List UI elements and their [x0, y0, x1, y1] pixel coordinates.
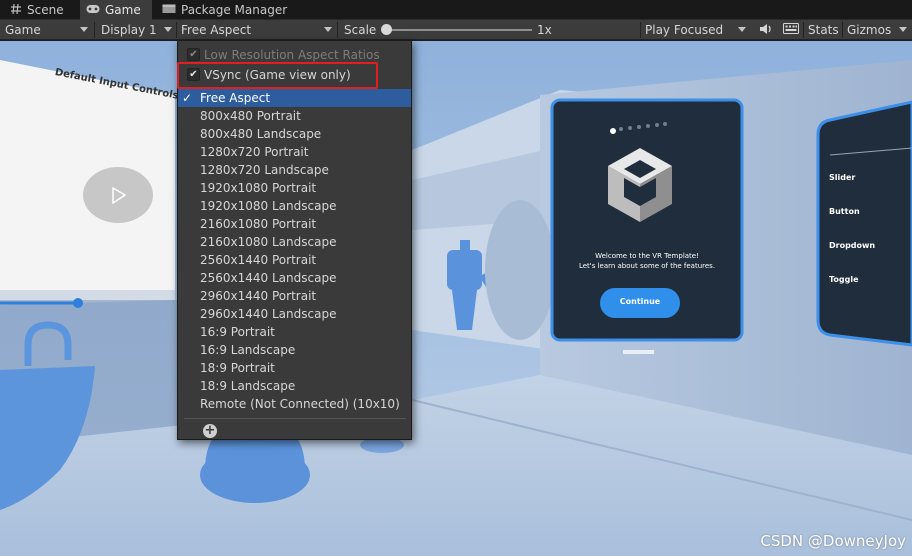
plus-icon[interactable]: +	[203, 424, 217, 438]
menu-item-slider[interactable]: Slider	[829, 173, 855, 182]
aspect-option-label: 1280x720 Portrait	[200, 145, 309, 159]
aspect-option-label: 1920x1080 Portrait	[200, 181, 317, 195]
checkmark-icon: ✓	[182, 91, 193, 105]
menu-item-toggle[interactable]: Toggle	[829, 275, 859, 284]
aspect-option-label: 1280x720 Landscape	[200, 163, 329, 177]
speaker-icon	[759, 23, 773, 38]
aspect-option[interactable]: 16:9 Landscape	[178, 341, 411, 359]
aspect-option[interactable]: 18:9 Landscape	[178, 377, 411, 395]
window-tab-bar: Scene Game Package Manager	[0, 0, 912, 20]
aspect-option-label: 800x480 Portrait	[200, 109, 301, 123]
aspect-option[interactable]: 2160x1080 Portrait	[178, 215, 411, 233]
aspect-option-label: 18:9 Landscape	[200, 379, 296, 393]
toolbar-divider	[94, 22, 95, 38]
aspect-option-label: 2160x1080 Landscape	[200, 235, 337, 249]
round-portal	[485, 200, 555, 340]
display-label: Display 1	[101, 23, 157, 37]
gizmos-dropdown[interactable]: Gizmos	[842, 20, 912, 40]
chevron-down-icon	[164, 27, 172, 32]
robot-body	[447, 250, 482, 290]
annotation-highlight-box	[177, 62, 378, 89]
play-button-circle	[83, 167, 153, 223]
aspect-option-label: 18:9 Portrait	[200, 361, 275, 375]
play-mode-dropdown[interactable]: Play Focused	[640, 20, 750, 40]
menu-item-button[interactable]: Button	[829, 207, 860, 216]
aspect-option-label: 2960x1440 Portrait	[200, 289, 317, 303]
aspect-option-label: 2560x1440 Portrait	[200, 253, 317, 267]
aspect-option-label: 2160x1080 Portrait	[200, 217, 317, 231]
menu-panel	[816, 100, 912, 347]
welcome-line-1: Welcome to the VR Template!	[595, 252, 699, 260]
display-dropdown[interactable]: Display 1	[96, 20, 176, 40]
hash-icon	[10, 3, 22, 18]
scene-render	[0, 41, 912, 556]
aspect-option[interactable]: 1920x1080 Landscape	[178, 197, 411, 215]
game-view[interactable]: Default Input Controls Welcome to the VR…	[0, 41, 912, 556]
play-mode-label: Play Focused	[645, 23, 724, 37]
aspect-option[interactable]: 1280x720 Landscape	[178, 161, 411, 179]
aspect-option[interactable]: ✓ Free Aspect	[178, 89, 411, 107]
watermark: CSDN @DowneyJoy	[760, 532, 906, 550]
view-mode-dropdown[interactable]: Game	[0, 20, 92, 40]
tab-scene[interactable]: Scene	[4, 0, 70, 20]
aspect-option-label: 16:9 Landscape	[200, 343, 296, 357]
toolbar-divider	[337, 22, 338, 38]
aspect-option-label: Remote (Not Connected) (10x10)	[200, 397, 400, 411]
aspect-option[interactable]: 2560x1440 Landscape	[178, 269, 411, 287]
dome-base	[200, 447, 310, 503]
aspect-option[interactable]: 1920x1080 Portrait	[178, 179, 411, 197]
chevron-down-icon	[899, 27, 907, 32]
aspect-option-label: 2560x1440 Landscape	[200, 271, 337, 285]
chevron-down-icon	[80, 27, 88, 32]
aspect-option-label: 16:9 Portrait	[200, 325, 275, 339]
aspect-option[interactable]: 1280x720 Portrait	[178, 143, 411, 161]
scale-value: 1x	[537, 23, 552, 37]
chevron-down-icon	[324, 27, 332, 32]
tab-scene-label: Scene	[27, 3, 64, 17]
aspect-option[interactable]: 2960x1440 Portrait	[178, 287, 411, 305]
view-mode-label: Game	[5, 23, 41, 37]
aspect-option[interactable]: 2560x1440 Portrait	[178, 251, 411, 269]
menu-item-dropdown[interactable]: Dropdown	[829, 241, 875, 250]
aspect-option[interactable]: 800x480 Landscape	[178, 125, 411, 143]
aspect-option[interactable]: 2960x1440 Landscape	[178, 305, 411, 323]
tab-game[interactable]: Game	[80, 0, 152, 20]
aspect-option-label: 2960x1440 Landscape	[200, 307, 337, 321]
checkmark-icon: ✔	[187, 48, 200, 61]
keyboard-icon	[783, 23, 799, 37]
continue-button[interactable]: Continue	[600, 297, 680, 306]
menu-divider	[184, 418, 406, 419]
aspect-option[interactable]: 18:9 Portrait	[178, 359, 411, 377]
gizmos-label: Gizmos	[847, 23, 892, 37]
mute-audio-button[interactable]	[754, 20, 776, 40]
welcome-line-2: Let's learn about some of the features.	[578, 262, 716, 270]
aspect-label: Free Aspect	[181, 23, 252, 37]
aspect-option-label: 800x480 Landscape	[200, 127, 322, 141]
stats-label: Stats	[808, 23, 839, 37]
robot-neck	[460, 240, 470, 252]
scale-slider-handle[interactable]	[381, 24, 392, 35]
toggle-keyboard-button[interactable]	[778, 20, 802, 40]
aspect-option[interactable]: 2160x1080 Landscape	[178, 233, 411, 251]
tab-game-label: Game	[105, 3, 141, 17]
aspect-dropdown[interactable]: Free Aspect	[176, 20, 336, 40]
scale-label: Scale	[339, 20, 376, 40]
stats-button[interactable]: Stats	[803, 20, 843, 40]
scale-slider-track[interactable]	[388, 29, 532, 31]
aspect-option-label: 1920x1080 Landscape	[200, 199, 337, 213]
scale-label-text: Scale	[344, 23, 377, 37]
aspect-option[interactable]: 800x480 Portrait	[178, 107, 411, 125]
chevron-down-icon	[738, 27, 746, 32]
aspect-option-label: Free Aspect	[200, 91, 271, 105]
slider-handle	[73, 298, 83, 308]
gamepad-icon	[86, 3, 100, 17]
low-resolution-label: Low Resolution Aspect Ratios	[204, 48, 380, 62]
tab-package-manager-label: Package Manager	[181, 3, 288, 17]
tab-package-manager[interactable]: Package Manager	[156, 0, 293, 20]
aspect-option[interactable]: Remote (Not Connected) (10x10)	[178, 395, 411, 413]
aspect-option[interactable]: 16:9 Portrait	[178, 323, 411, 341]
package-icon	[162, 3, 176, 17]
aspect-dropdown-menu: ✔ Low Resolution Aspect Ratios ✔ VSync (…	[177, 40, 412, 440]
